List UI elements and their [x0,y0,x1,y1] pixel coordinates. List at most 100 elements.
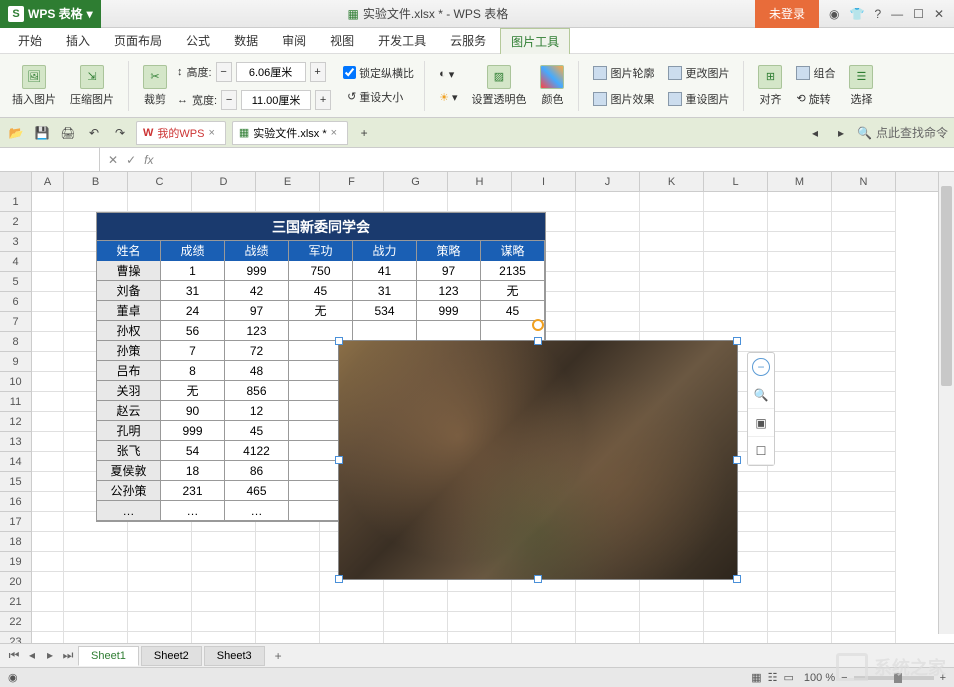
cancel-formula-icon[interactable]: ✕ [108,153,118,167]
resize-handle-sw[interactable] [335,575,343,583]
table-cell[interactable]: 曹操 [97,261,161,281]
row-header[interactable]: 13 [0,432,31,452]
table-cell[interactable]: 31 [161,281,225,301]
reset-size-button[interactable]: ↺ 重设大小 [343,87,414,107]
row-header[interactable]: 10 [0,372,31,392]
minimize-icon[interactable]: — [891,7,903,21]
table-cell[interactable]: 56 [161,321,225,341]
table-cell[interactable]: 张飞 [97,441,161,461]
table-cell[interactable] [289,321,353,341]
table-cell[interactable]: 48 [225,361,289,381]
add-tab-icon[interactable]: + [354,123,374,143]
menu-start[interactable]: 开始 [8,28,52,53]
table-cell[interactable]: 4122 [225,441,289,461]
table-cell[interactable]: 关羽 [97,381,161,401]
menu-view[interactable]: 视图 [320,28,364,53]
table-cell[interactable]: 41 [353,261,417,281]
table-cell[interactable]: 465 [225,481,289,501]
table-cell[interactable]: 86 [225,461,289,481]
record-macro-icon[interactable]: ◉ [8,671,18,684]
my-wps-tab[interactable]: W 我的WPS × [136,121,226,145]
width-increase[interactable]: + [315,90,331,110]
table-cell[interactable]: 750 [289,261,353,281]
compress-picture-button[interactable]: ⇲ 压缩图片 [66,65,118,107]
column-header[interactable]: G [384,172,448,191]
width-input[interactable] [241,90,311,110]
row-header[interactable]: 7 [0,312,31,332]
skin-icon[interactable]: 👕 [850,7,865,21]
height-increase[interactable]: + [310,62,326,82]
table-cell[interactable]: 97 [225,301,289,321]
vertical-scrollbar[interactable] [938,172,954,634]
column-header[interactable]: A [32,172,64,191]
effect-button[interactable]: 图片效果 [589,89,658,109]
table-cell[interactable]: 公孙策 [97,481,161,501]
align-button[interactable]: ⊞ 对齐 [754,65,786,107]
table-cell[interactable]: 赵云 [97,401,161,421]
row-header[interactable]: 16 [0,492,31,512]
table-cell[interactable]: 45 [225,421,289,441]
outline-button[interactable]: 图片轮廓 [589,63,658,83]
table-cell[interactable] [417,321,481,341]
zoom-out-icon[interactable]: − [841,672,847,684]
row-header[interactable]: 18 [0,532,31,552]
row-header[interactable]: 14 [0,452,31,472]
table-cell[interactable] [353,321,417,341]
row-header[interactable]: 17 [0,512,31,532]
table-cell[interactable]: 231 [161,481,225,501]
contrast-button[interactable]: ◐▾ [435,66,461,83]
change-picture-button[interactable]: 更改图片 [664,63,733,83]
search-command[interactable]: 🔍 点此查找命令 [857,124,948,141]
zoom-value[interactable]: 100 % [804,672,835,684]
menu-review[interactable]: 审阅 [272,28,316,53]
picture-crop-tool-icon[interactable]: ▣ [748,409,774,437]
resize-handle-n[interactable] [534,337,542,345]
close-tab-icon[interactable]: × [208,127,214,139]
table-cell[interactable]: … [161,501,225,521]
column-header[interactable]: B [64,172,128,191]
table-cell[interactable]: 无 [481,281,545,301]
menu-cloud[interactable]: 云服务 [440,28,496,53]
menu-formula[interactable]: 公式 [176,28,220,53]
resize-handle-ne[interactable] [733,337,741,345]
zoom-in-icon[interactable]: + [940,672,946,684]
embedded-picture[interactable] [338,340,738,580]
forward-icon[interactable]: ▸ [831,123,851,143]
menu-dev-tools[interactable]: 开发工具 [368,28,436,53]
column-header[interactable]: M [768,172,832,191]
column-header[interactable]: H [448,172,512,191]
table-cell[interactable]: 123 [417,281,481,301]
width-decrease[interactable]: − [221,90,237,110]
add-sheet-icon[interactable]: + [267,649,290,663]
sheet-first-icon[interactable]: ⏮ [6,648,22,663]
table-cell[interactable]: 刘备 [97,281,161,301]
table-cell[interactable]: 18 [161,461,225,481]
height-decrease[interactable]: − [216,62,232,82]
table-cell[interactable]: 42 [225,281,289,301]
row-header[interactable]: 22 [0,612,31,632]
row-header[interactable]: 3 [0,232,31,252]
table-cell[interactable]: 54 [161,441,225,461]
menu-page-layout[interactable]: 页面布局 [104,28,172,53]
table-cell[interactable]: … [97,501,161,521]
close-icon[interactable]: ✕ [934,7,944,21]
rotate-button[interactable]: ⟲旋转 [792,89,839,109]
resize-handle-nw[interactable] [335,337,343,345]
row-header[interactable]: 15 [0,472,31,492]
column-header[interactable]: E [256,172,320,191]
select-all-corner[interactable] [0,172,32,191]
row-header[interactable]: 9 [0,352,31,372]
maximize-icon[interactable]: ☐ [913,7,924,21]
table-cell[interactable]: 24 [161,301,225,321]
scrollbar-thumb[interactable] [941,186,952,386]
sheet-prev-icon[interactable]: ◂ [24,648,40,663]
document-tab[interactable]: ▦ 实验文件.xlsx * × [232,121,348,145]
row-header[interactable]: 6 [0,292,31,312]
undo-icon[interactable]: ↶ [84,123,104,143]
table-cell[interactable]: 45 [289,281,353,301]
zoom-thumb[interactable] [894,673,902,683]
row-header[interactable]: 1 [0,192,31,212]
picture-collapse-icon[interactable]: − [752,358,770,376]
table-cell[interactable]: 97 [417,261,481,281]
table-cell[interactable]: 72 [225,341,289,361]
